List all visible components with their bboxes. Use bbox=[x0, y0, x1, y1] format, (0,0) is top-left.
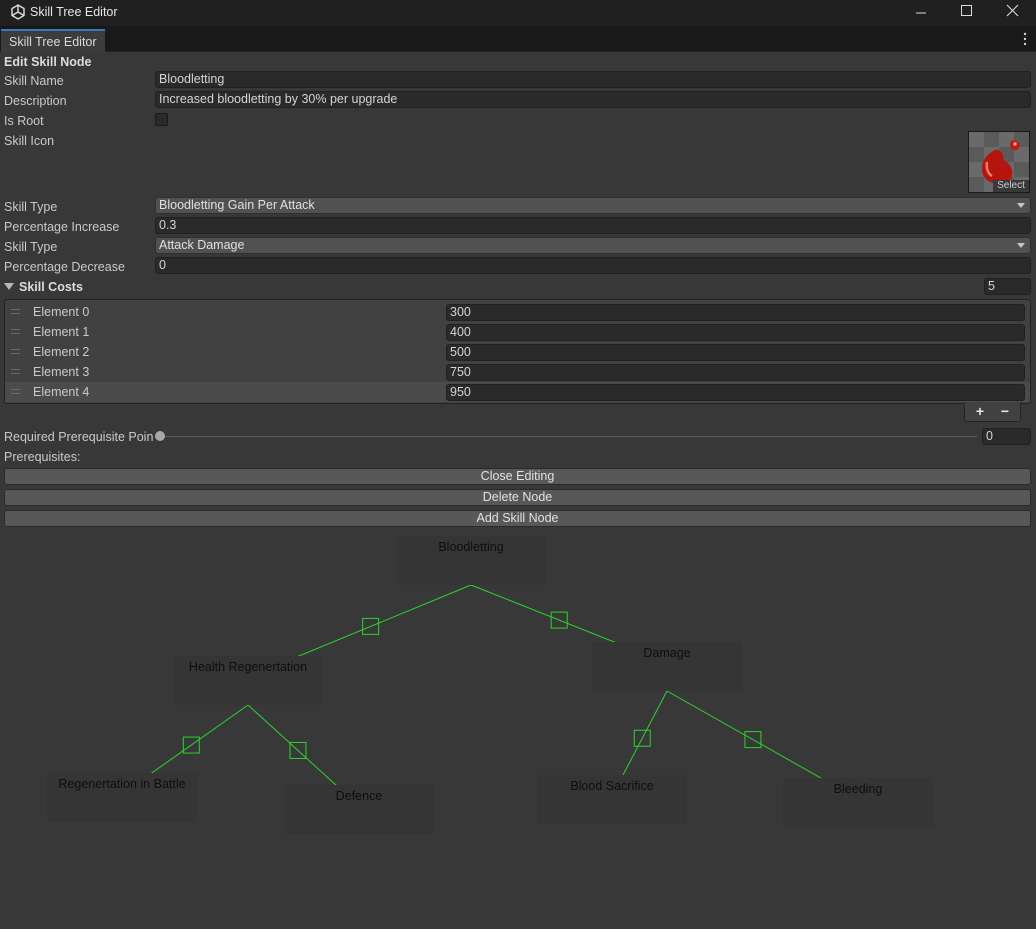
element-input[interactable]: 950 bbox=[446, 384, 1025, 401]
skill-name-input[interactable]: Bloodletting bbox=[155, 71, 1031, 88]
close-icon bbox=[1006, 4, 1019, 17]
node-bloodletting[interactable]: Bloodletting bbox=[396, 536, 546, 585]
prereq-points-label: Required Prerequisite Poin bbox=[4, 430, 154, 444]
unity-icon bbox=[11, 4, 25, 20]
skill-icon-select-button[interactable]: Select bbox=[993, 180, 1029, 192]
list-item: Element 1 400 bbox=[5, 322, 1030, 342]
skill-costs-list: Element 0 300 Element 1 400 Element 2 50… bbox=[4, 299, 1031, 404]
skill-type-2-label: Skill Type bbox=[4, 240, 58, 254]
percentage-decrease-label: Percentage Decrease bbox=[4, 260, 125, 274]
is-root-checkbox[interactable] bbox=[155, 113, 168, 126]
more-options-icon[interactable] bbox=[1022, 30, 1028, 48]
chevron-down-icon bbox=[1017, 243, 1025, 248]
skill-type-2-value: Attack Damage bbox=[159, 238, 245, 252]
add-skill-node-button[interactable]: Add Skill Node bbox=[4, 510, 1031, 527]
element-label: Element 4 bbox=[33, 385, 90, 399]
maximize-button[interactable] bbox=[944, 0, 990, 26]
node-defence[interactable]: Defence bbox=[284, 785, 434, 834]
foldout-arrow-icon bbox=[4, 283, 14, 290]
add-element-button[interactable]: + bbox=[968, 403, 992, 421]
node-health-regeneration[interactable]: Health Regenertation bbox=[173, 656, 323, 705]
skill-type-dropdown[interactable]: Bloodletting Gain Per Attack bbox=[155, 197, 1031, 214]
skill-name-label: Skill Name bbox=[4, 74, 64, 88]
remove-element-button[interactable]: − bbox=[993, 403, 1017, 421]
skill-costs-size-input[interactable]: 5 bbox=[984, 278, 1031, 295]
minimize-button[interactable] bbox=[898, 0, 944, 26]
tab-skill-tree-editor[interactable]: Skill Tree Editor bbox=[1, 29, 105, 52]
prereq-points-input[interactable]: 0 bbox=[982, 428, 1031, 445]
section-title: Edit Skill Node bbox=[4, 55, 92, 69]
list-item: Element 0 300 bbox=[5, 302, 1030, 322]
element-label: Element 3 bbox=[33, 365, 90, 379]
percentage-increase-input[interactable]: 0.3 bbox=[155, 217, 1031, 234]
prerequisites-label: Prerequisites: bbox=[4, 450, 81, 464]
element-input[interactable]: 750 bbox=[446, 364, 1025, 381]
list-add-remove: + − bbox=[964, 403, 1021, 422]
graph-edges bbox=[121, 584, 860, 807]
drag-handle-icon[interactable] bbox=[11, 309, 20, 314]
delete-node-button[interactable]: Delete Node bbox=[4, 489, 1031, 506]
skill-costs-label: Skill Costs bbox=[19, 280, 83, 294]
list-item: Element 3 750 bbox=[5, 362, 1030, 382]
element-input[interactable]: 500 bbox=[446, 344, 1025, 361]
element-label: Element 2 bbox=[33, 345, 90, 359]
is-root-label: Is Root bbox=[4, 114, 44, 128]
node-bleeding[interactable]: Bleeding bbox=[783, 778, 933, 827]
skill-costs-foldout[interactable]: Skill Costs bbox=[4, 280, 83, 294]
node-blood-sacrifice[interactable]: Blood Sacrifice bbox=[537, 775, 687, 824]
tab-bar: Skill Tree Editor bbox=[0, 26, 1036, 52]
skill-type-label: Skill Type bbox=[4, 200, 58, 214]
element-label: Element 0 bbox=[33, 305, 90, 319]
element-input[interactable]: 400 bbox=[446, 324, 1025, 341]
close-window-button[interactable] bbox=[990, 0, 1036, 26]
percentage-increase-label: Percentage Increase bbox=[4, 220, 120, 234]
maximize-icon bbox=[961, 5, 972, 16]
drag-handle-icon[interactable] bbox=[11, 389, 20, 394]
percentage-decrease-input[interactable]: 0 bbox=[155, 257, 1031, 274]
drag-handle-icon[interactable] bbox=[11, 329, 20, 334]
window-titlebar: Skill Tree Editor bbox=[0, 0, 1036, 26]
skill-tree-graph[interactable]: Bloodletting Health Regenertation Damage… bbox=[0, 530, 1036, 929]
drag-handle-icon[interactable] bbox=[11, 369, 20, 374]
close-editing-button[interactable]: Close Editing bbox=[4, 468, 1031, 485]
skill-type-value: Bloodletting Gain Per Attack bbox=[159, 198, 315, 212]
slider-thumb[interactable] bbox=[155, 431, 165, 441]
node-regeneration-in-battle[interactable]: Regenertation in Battle bbox=[47, 773, 197, 822]
prereq-points-slider[interactable] bbox=[160, 436, 977, 437]
description-label: Description bbox=[4, 94, 67, 108]
drag-handle-icon[interactable] bbox=[11, 349, 20, 354]
skill-type-2-dropdown[interactable]: Attack Damage bbox=[155, 237, 1031, 254]
window-title: Skill Tree Editor bbox=[30, 5, 118, 19]
chevron-down-icon bbox=[1017, 203, 1025, 208]
description-input[interactable]: Increased bloodletting by 30% per upgrad… bbox=[155, 91, 1031, 108]
minimize-icon bbox=[916, 12, 926, 14]
element-label: Element 1 bbox=[33, 325, 90, 339]
list-item: Element 4 950 bbox=[5, 382, 1030, 402]
skill-icon-field[interactable]: Select bbox=[968, 131, 1030, 193]
list-item: Element 2 500 bbox=[5, 342, 1030, 362]
node-damage[interactable]: Damage bbox=[592, 642, 742, 691]
skill-icon-label: Skill Icon bbox=[4, 134, 55, 148]
element-input[interactable]: 300 bbox=[446, 304, 1025, 321]
